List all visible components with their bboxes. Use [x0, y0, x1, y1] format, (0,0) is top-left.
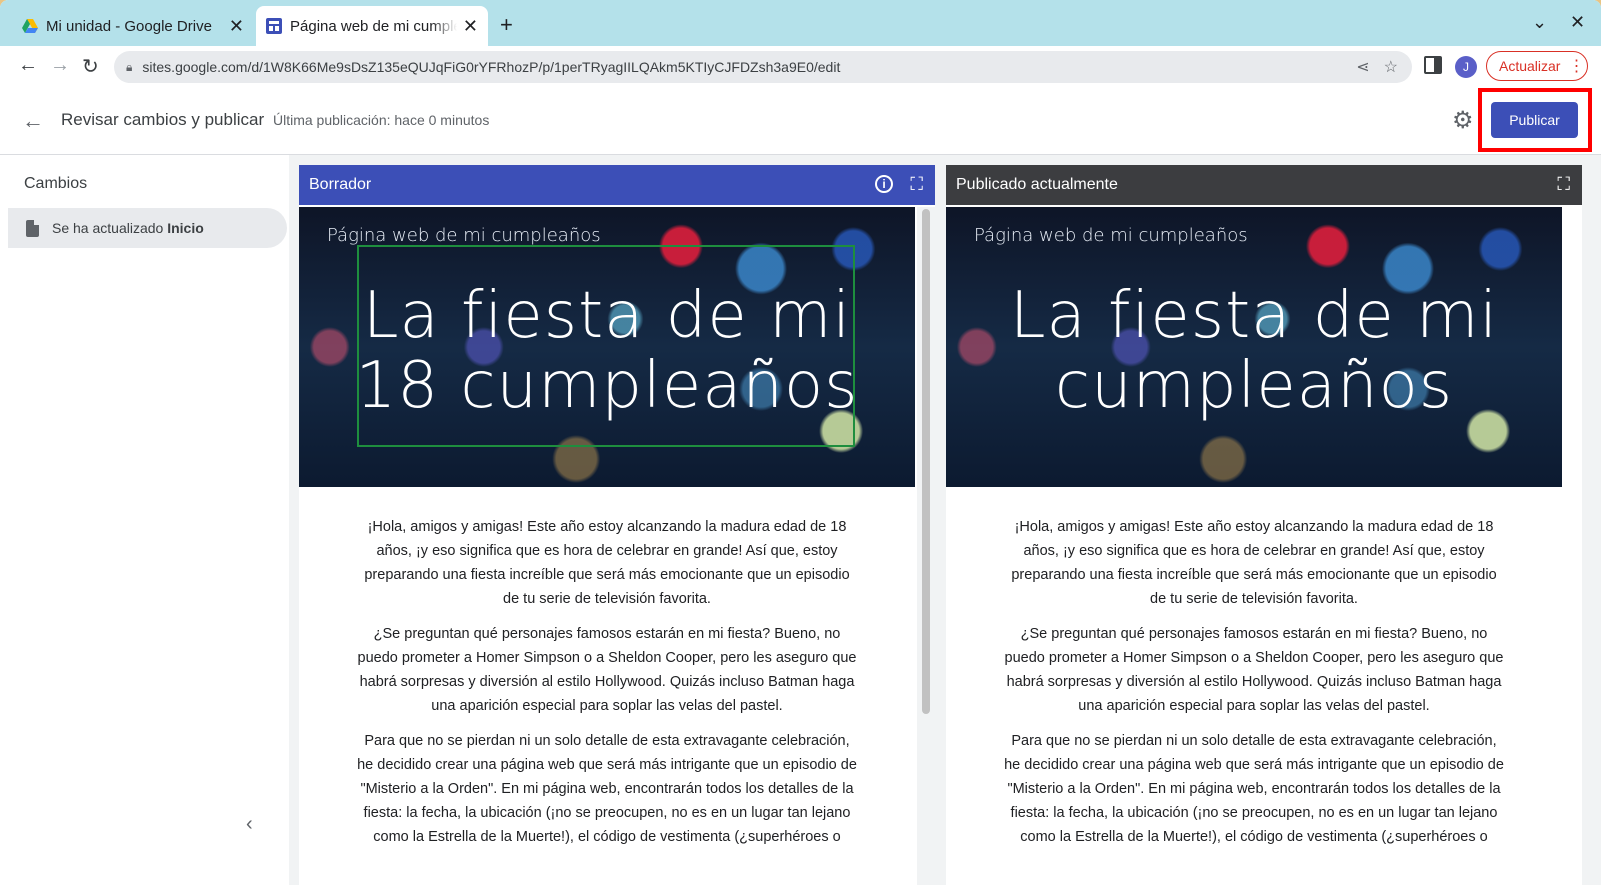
changes-panel: Cambios Se ha actualizado Inicio ‹ — [0, 155, 289, 885]
back-arrow-icon[interactable]: ← — [22, 108, 44, 134]
draft-pane: Borrador i ⛶ Página web de mi cumpleaños… — [299, 165, 935, 885]
published-pane: Publicado actualmente ⛶ Página web de mi… — [946, 165, 1582, 885]
close-icon[interactable]: ✕ — [229, 16, 244, 37]
last-publication: Última publicación: hace 0 minutos — [273, 112, 490, 128]
site-name: Página web de mi cumpleaños — [974, 225, 1248, 246]
draft-hero-banner: Página web de mi cumpleaños La fiesta de… — [299, 207, 915, 487]
back-icon[interactable]: ← — [18, 54, 38, 77]
fullscreen-icon[interactable]: ⛶ — [1557, 174, 1570, 195]
preview-area: Borrador i ⛶ Página web de mi cumpleaños… — [289, 155, 1601, 885]
draft-header: Borrador i ⛶ — [299, 165, 935, 205]
publish-button[interactable]: Publicar — [1491, 102, 1578, 138]
published-hero-banner: Página web de mi cumpleaños La fiesta de… — [946, 207, 1562, 487]
close-icon[interactable]: ✕ — [463, 16, 478, 37]
google-drive-icon — [22, 19, 38, 33]
paragraph-2: ¿Se preguntan qué personajes famosos est… — [357, 626, 857, 714]
tab-title: Mi unidad - Google Drive — [46, 17, 212, 35]
published-body-text: ¡Hola, amigos y amigas! Este año estoy a… — [1004, 515, 1504, 860]
hero-title-line2: cumpleaños — [1054, 349, 1454, 423]
tab-birthday-site[interactable]: Página web de mi cumpleaños ✕ — [256, 6, 488, 46]
paragraph-2: ¿Se preguntan qué personajes famosos est… — [1004, 626, 1504, 714]
browser-toolbar: ← → ↻ 🔒︎ sites.google.com/d/1W8K66Me9sDs… — [0, 46, 1601, 89]
bookmark-star-icon[interactable]: ☆ — [1384, 57, 1398, 77]
draft-body-text: ¡Hola, amigos y amigas! Este año estoy a… — [357, 515, 857, 860]
new-tab-button[interactable]: + — [500, 12, 513, 38]
browser-window: Mi unidad - Google Drive ✕ Página web de… — [0, 0, 1601, 885]
draft-scrollbar[interactable] — [917, 207, 935, 885]
window-close-icon[interactable]: ✕ — [1570, 12, 1585, 33]
tab-google-drive[interactable]: Mi unidad - Google Drive ✕ — [12, 6, 254, 46]
collapse-panel-icon[interactable]: ‹ — [246, 813, 253, 836]
forward-icon[interactable]: → — [50, 54, 70, 77]
changed-element-highlight — [357, 245, 855, 447]
lock-icon: 🔒︎ — [126, 59, 133, 74]
side-panel-icon[interactable] — [1424, 56, 1442, 74]
share-icon[interactable]: ⋖ — [1356, 57, 1369, 77]
update-label: Actualizar — [1499, 58, 1561, 74]
changes-title: Cambios — [24, 175, 88, 192]
address-bar[interactable]: 🔒︎ sites.google.com/d/1W8K66Me9sDsZ135eQ… — [114, 51, 1412, 83]
tab-strip: Mi unidad - Google Drive ✕ Página web de… — [0, 0, 1601, 46]
paragraph-3: Para que no se pierdan ni un solo detall… — [1004, 733, 1504, 845]
chevron-down-icon[interactable]: ⌄ — [1532, 12, 1547, 33]
change-page: Inicio — [167, 220, 204, 236]
update-button[interactable]: Actualizar ⋮ — [1486, 51, 1588, 81]
url-text: sites.google.com/d/1W8K66Me9sDsZ135eQUJq… — [142, 59, 841, 75]
hero-title-line1: La fiesta de mi — [1009, 279, 1499, 353]
site-name: Página web de mi cumpleaños — [327, 225, 601, 246]
paragraph-3: Para que no se pierdan ni un solo detall… — [357, 733, 857, 845]
app-header: ← Revisar cambios y publicar Última publ… — [0, 88, 1601, 155]
fullscreen-icon[interactable]: ⛶ — [910, 174, 923, 195]
published-header: Publicado actualmente ⛶ — [946, 165, 1582, 205]
gear-icon[interactable]: ⚙ — [1452, 106, 1474, 135]
published-label: Publicado actualmente — [956, 176, 1118, 193]
scrollbar-thumb[interactable] — [922, 209, 930, 714]
change-prefix: Se ha actualizado — [52, 220, 164, 236]
document-icon — [26, 219, 39, 237]
avatar[interactable]: J — [1455, 56, 1477, 78]
reload-icon[interactable]: ↻ — [82, 54, 99, 79]
change-item[interactable]: Se ha actualizado Inicio — [8, 208, 287, 248]
tab-title: Página web de mi cumpleaños — [290, 17, 457, 35]
hero-title: La fiesta de mi cumpleaños — [946, 281, 1562, 421]
change-item-text: Se ha actualizado Inicio — [52, 220, 204, 236]
info-icon[interactable]: i — [875, 175, 893, 193]
page-title: Revisar cambios y publicar — [61, 110, 265, 129]
draft-label: Borrador — [309, 176, 372, 193]
google-sites-icon — [266, 18, 282, 34]
paragraph-1: ¡Hola, amigos y amigas! Este año estoy a… — [1011, 519, 1497, 607]
more-vert-icon: ⋮ — [1568, 58, 1585, 75]
paragraph-1: ¡Hola, amigos y amigas! Este año estoy a… — [364, 519, 850, 607]
